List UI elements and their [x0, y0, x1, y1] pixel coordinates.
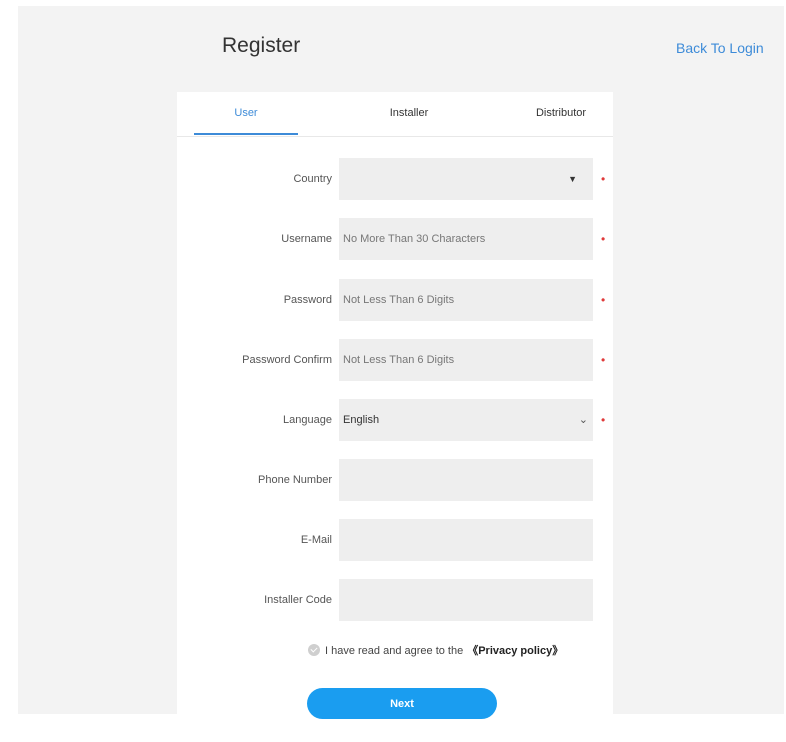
username-label: Username [281, 233, 332, 245]
installer-code-label: Installer Code [264, 594, 332, 606]
next-button[interactable]: Next [307, 688, 497, 719]
installer-code-row: Installer Code [177, 579, 613, 621]
country-select[interactable]: ▼ [339, 158, 593, 200]
register-card: User Installer Distributor Country ▼ • U… [177, 92, 613, 719]
required-mark: • [601, 413, 606, 427]
language-select[interactable]: English ⌄ [339, 399, 593, 441]
email-input[interactable] [339, 519, 593, 561]
password-input[interactable]: Not Less Than 6 Digits [339, 279, 593, 321]
tab-bar: User Installer Distributor [177, 92, 613, 137]
tab-installer[interactable]: Installer [342, 92, 476, 136]
active-tab-indicator [194, 133, 298, 135]
tab-user[interactable]: User [194, 92, 298, 136]
country-row: Country ▼ • [177, 158, 613, 200]
email-row: E-Mail [177, 519, 613, 561]
password-confirm-label: Password Confirm [242, 354, 332, 366]
phone-label: Phone Number [258, 474, 332, 486]
language-row: Language English ⌄ • [177, 399, 613, 441]
tab-distributor[interactable]: Distributor [519, 92, 603, 136]
dropdown-caret-icon: ▼ [568, 174, 577, 184]
password-confirm-input[interactable]: Not Less Than 6 Digits [339, 339, 593, 381]
phone-input[interactable] [339, 459, 593, 501]
language-value: English [343, 414, 380, 426]
privacy-policy-link[interactable]: 《Privacy policy》 [467, 645, 563, 657]
required-mark: • [601, 293, 606, 307]
username-input[interactable]: No More Than 30 Characters [339, 218, 593, 260]
phone-row: Phone Number [177, 459, 613, 501]
password-confirm-row: Password Confirm Not Less Than 6 Digits … [177, 339, 613, 381]
email-label: E-Mail [300, 534, 332, 546]
back-to-login-link[interactable]: Back To Login [676, 40, 764, 56]
installer-code-input[interactable] [339, 579, 593, 621]
password-row: Password Not Less Than 6 Digits • [177, 279, 613, 321]
password-label: Password [283, 294, 332, 306]
required-mark: • [601, 172, 606, 186]
country-label: Country [293, 173, 332, 185]
page-title: Register [222, 34, 301, 57]
username-row: Username No More Than 30 Characters • [177, 218, 613, 260]
required-mark: • [601, 353, 606, 367]
agreement-text: I have read and agree to the [325, 645, 464, 657]
chevron-down-icon: ⌄ [578, 414, 588, 426]
required-mark: • [601, 232, 606, 246]
language-label: Language [283, 414, 332, 426]
agreement: I have read and agree to the 《Privacy pol… [308, 643, 563, 659]
check-circle-icon[interactable] [308, 644, 320, 656]
